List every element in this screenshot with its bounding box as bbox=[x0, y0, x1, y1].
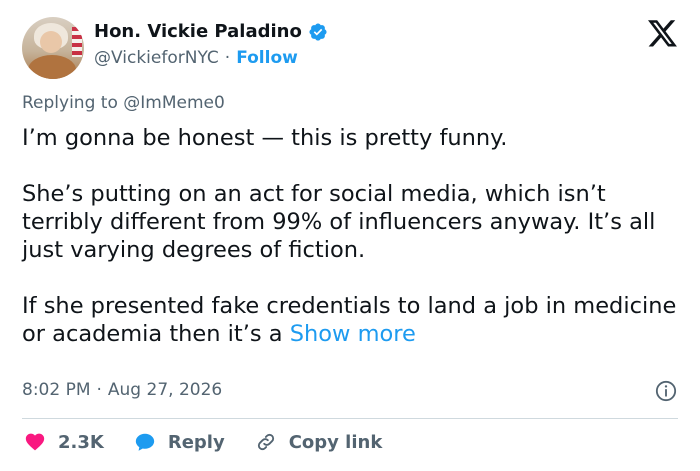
like-count: 2.3K bbox=[58, 431, 104, 453]
timestamp-date: Aug 27, 2026 bbox=[107, 380, 223, 400]
follow-button[interactable]: Follow bbox=[236, 48, 298, 68]
avatar-body bbox=[28, 55, 76, 79]
avatar[interactable] bbox=[22, 17, 84, 79]
handle-row: @VickieforNYC · Follow bbox=[94, 48, 298, 68]
replying-to-label: Replying to bbox=[22, 93, 118, 113]
avatar-flag bbox=[72, 27, 82, 57]
link-icon bbox=[257, 433, 274, 451]
copy-link-label: Copy link bbox=[288, 431, 383, 453]
copy-link-button[interactable]: Copy link bbox=[255, 431, 383, 453]
tweet-paragraph-3: If she presented fake credentials to lan… bbox=[22, 292, 678, 348]
like-button[interactable]: 2.3K bbox=[24, 431, 104, 453]
timestamp[interactable]: 8:02 PM · Aug 27, 2026 bbox=[22, 380, 222, 400]
speech-bubble-icon bbox=[135, 433, 155, 451]
avatar-face bbox=[40, 31, 62, 53]
info-icon[interactable] bbox=[655, 380, 677, 402]
replying-to-mention[interactable]: @ImMeme0 bbox=[123, 93, 225, 113]
action-bar: 2.3K Reply Copy link bbox=[24, 431, 412, 453]
verified-badge-icon bbox=[309, 22, 327, 41]
author-name-row: Hon. Vickie Paladino bbox=[94, 21, 328, 42]
divider bbox=[22, 418, 678, 419]
replying-to: Replying to @ImMeme0 bbox=[22, 93, 225, 113]
tweet-text: I’m gonna be honest — this is pretty fun… bbox=[22, 124, 678, 348]
handle-separator: · bbox=[224, 48, 231, 68]
reply-button[interactable]: Reply bbox=[134, 431, 225, 453]
show-more-link[interactable]: Show more bbox=[290, 321, 416, 347]
timestamp-time: 8:02 PM bbox=[22, 380, 91, 400]
tweet-paragraph-1: I’m gonna be honest — this is pretty fun… bbox=[22, 125, 508, 151]
heart-icon bbox=[25, 433, 45, 451]
tweet-paragraph-2: She’s putting on an act for social media… bbox=[22, 181, 656, 263]
x-logo-icon[interactable] bbox=[648, 20, 678, 48]
timestamp-separator: · bbox=[96, 380, 102, 400]
display-name[interactable]: Hon. Vickie Paladino bbox=[94, 21, 302, 42]
reply-label: Reply bbox=[167, 431, 225, 453]
handle[interactable]: @VickieforNYC bbox=[94, 48, 219, 68]
